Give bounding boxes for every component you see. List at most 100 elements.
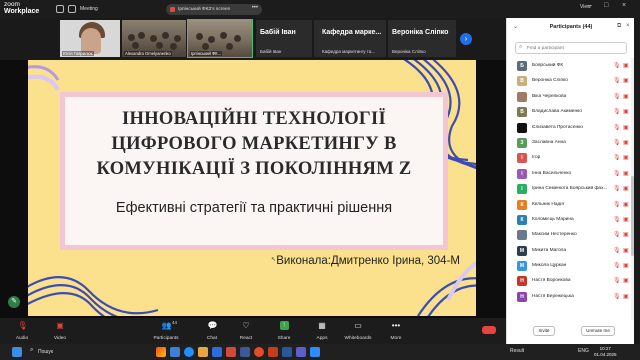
invite-button[interactable]: Invite (533, 326, 555, 336)
word-icon[interactable] (282, 347, 292, 357)
share-button[interactable]: ↑ Share (264, 321, 304, 341)
layout-icon[interactable] (68, 5, 76, 13)
camera-off-icon[interactable]: ▣ (623, 201, 629, 208)
chrome-icon[interactable] (254, 347, 264, 357)
zoom-icon[interactable] (310, 347, 320, 357)
camera-off-icon[interactable]: ▣ (623, 247, 629, 254)
camera-off-icon[interactable]: ▣ (623, 231, 629, 238)
participant-row[interactable]: В Вероніка Сліпко 🎙 ▣ (507, 73, 635, 88)
share-options-button[interactable]: ••• (252, 5, 258, 11)
participant-row[interactable]: І Ігор 🎙 ▣ (507, 150, 635, 165)
camera-off-icon[interactable]: ▣ (623, 262, 629, 269)
whiteboards-button[interactable]: ▭ Whiteboards (338, 321, 378, 341)
mic-muted-icon[interactable]: 🎙 (613, 154, 621, 161)
participant-row[interactable]: З Заславна Анна 🎙 ▣ (507, 135, 635, 150)
close-button[interactable]: × (622, 2, 626, 9)
camera-off-icon[interactable]: ▣ (623, 277, 629, 284)
participant-row[interactable]: К Кельник Надія 🎙 ▣ (507, 197, 635, 212)
start-icon[interactable] (12, 347, 22, 357)
camera-off-icon[interactable]: ▣ (623, 93, 629, 100)
participant-row[interactable]: Єлизавета Протасенко 🎙 ▣ (507, 120, 635, 135)
camera-off-icon[interactable]: ▣ (623, 154, 629, 161)
participant-row[interactable]: М Микола Цуркан 🎙 ▣ (507, 258, 635, 273)
unmute-me-button[interactable]: Unmute me (581, 326, 615, 336)
participant-row[interactable]: Б Боярський ФК 🎙 ▣ (507, 58, 635, 73)
camera-off-icon[interactable]: ▣ (623, 170, 629, 177)
taskbar-search-label: Пошук (38, 349, 54, 355)
participant-search-input[interactable] (527, 44, 625, 53)
share-banner[interactable]: Ірпінський ФКЗ's screen ••• (166, 4, 262, 15)
zoom-app-icon[interactable] (184, 347, 194, 357)
camera-off-icon[interactable]: ▣ (623, 185, 629, 192)
edge-icon[interactable] (212, 347, 222, 357)
mic-muted-icon[interactable]: 🎙 (613, 93, 621, 100)
participant-row[interactable]: Максим Нестеренко 🎙 ▣ (507, 227, 635, 242)
react-button[interactable]: ♡ React (226, 321, 266, 341)
app-icon[interactable] (240, 347, 250, 357)
mic-muted-icon[interactable]: 🎙 (613, 262, 621, 269)
mic-muted-icon[interactable]: 🎙 (613, 293, 621, 300)
video-tile[interactable]: Юлія Гаврилюк (60, 20, 120, 57)
language-indicator[interactable]: ENG (578, 348, 589, 354)
camera-off-icon[interactable]: ▣ (623, 216, 629, 223)
camera-off-icon[interactable]: ▣ (623, 62, 629, 69)
mic-muted-icon[interactable]: 🎙 (613, 201, 621, 208)
camera-off-icon[interactable]: ▣ (623, 108, 629, 115)
app-icon[interactable] (226, 347, 236, 357)
camera-off-icon[interactable]: ▣ (623, 139, 629, 146)
mic-muted-icon[interactable]: 🎙 (613, 77, 621, 84)
apps-button[interactable]: ▦ Apps (302, 321, 342, 341)
heart-icon: ♡ (242, 321, 250, 330)
participant-list-scrollbar[interactable] (631, 58, 634, 320)
mic-muted-icon[interactable]: 🎙 (613, 170, 621, 177)
participant-tile[interactable]: Кафедра марке... Кафедра маркетингу та..… (314, 20, 386, 57)
taskbar-search[interactable]: ⌕ Пошук (30, 347, 150, 357)
annotate-icon[interactable]: ✎ (8, 296, 20, 308)
participant-row[interactable]: Н Настя Воронкова 🎙 ▣ (507, 273, 635, 288)
participant-row[interactable]: К Коломієць Марина 🎙 ▣ (507, 212, 635, 227)
next-page-button[interactable]: › (460, 33, 472, 45)
popout-icon[interactable]: ⧉ (617, 23, 621, 30)
camera-off-icon[interactable]: ▣ (623, 124, 629, 131)
mic-muted-icon[interactable]: 🎙 (613, 247, 621, 254)
clock[interactable]: 10:27 01.04.2025 (594, 346, 617, 358)
video-button[interactable]: ▣ Video (40, 321, 80, 341)
view-button[interactable]: View (580, 4, 591, 10)
mic-muted-icon[interactable]: 🎙 (613, 216, 621, 223)
close-panel-icon[interactable]: × (626, 23, 630, 29)
participants-button[interactable]: 👥 44 Participants (146, 320, 186, 341)
participant-row[interactable]: М Микита Магола 🎙 ▣ (507, 243, 635, 258)
participant-name: Микола Цуркан (532, 263, 567, 269)
participant-row[interactable]: І Ірина Семенюта Боярський фах... 🎙 ▣ (507, 181, 635, 196)
app-icon[interactable] (156, 347, 166, 357)
video-tile-active[interactable]: Ірпінський ФК... (187, 19, 253, 58)
powerpoint-icon[interactable] (268, 347, 278, 357)
participant-row[interactable]: В Владислава Акименко 🎙 ▣ (507, 104, 635, 119)
mic-muted-icon[interactable]: 🎙 (613, 231, 621, 238)
participant-search[interactable]: ⌕ (515, 42, 627, 54)
camera-off-icon[interactable]: ▣ (623, 293, 629, 300)
maximize-button[interactable]: □ (604, 2, 608, 9)
teams-icon[interactable] (296, 347, 306, 357)
participant-row[interactable]: І Інна Васильченко 🎙 ▣ (507, 166, 635, 181)
mic-muted-icon[interactable]: 🎙 (613, 139, 621, 146)
participant-tile[interactable]: Бабій Іван Бабій Іван (256, 20, 312, 57)
panel-footer: Invite Unmute me (507, 324, 635, 344)
mic-muted-icon[interactable]: 🎙 (613, 124, 621, 131)
video-tile[interactable]: Alexandra Omelyanenko (122, 20, 186, 57)
scrollbar-thumb[interactable] (631, 176, 634, 256)
participant-row[interactable]: Віка Черепкова 🎙 ▣ (507, 89, 635, 104)
app-icon[interactable] (170, 347, 180, 357)
participant-tile[interactable]: Вероніка Сліпко Вероніка Сліпко (388, 20, 456, 57)
camera-off-icon[interactable]: ▣ (623, 77, 629, 84)
mic-muted-icon[interactable]: 🎙 (613, 185, 621, 192)
more-button[interactable]: ••• More (376, 321, 416, 341)
participant-row[interactable]: Н Настя Бережецька 🎙 ▣ (507, 289, 635, 304)
mic-muted-icon[interactable]: 🎙 (613, 108, 621, 115)
audio-button[interactable]: 🎙 Audio (2, 321, 42, 341)
shield-icon[interactable] (56, 5, 64, 13)
mic-muted-icon[interactable]: 🎙 (613, 277, 621, 284)
folder-icon[interactable] (198, 347, 208, 357)
avatar (517, 91, 527, 102)
mic-muted-icon[interactable]: 🎙 (613, 62, 621, 69)
